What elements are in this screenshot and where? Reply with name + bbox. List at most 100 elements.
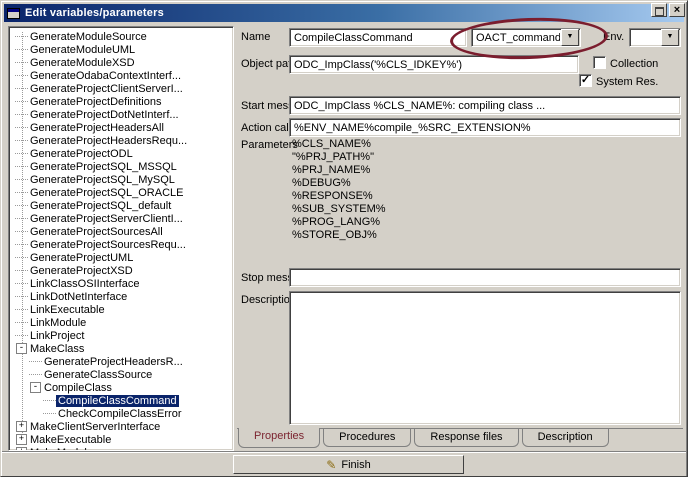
expander-minus-icon[interactable]: -	[30, 382, 41, 393]
tree-item[interactable]: GenerateProjectDefinitions	[15, 95, 233, 108]
expander-minus-icon[interactable]: -	[16, 343, 27, 354]
tree-item[interactable]: LinkClassOSIInterface	[15, 277, 233, 290]
tree-connector	[15, 257, 28, 258]
tree-connector	[15, 296, 28, 297]
tree-item[interactable]: GenerateProjectHeadersRequ...	[15, 134, 233, 147]
close-button[interactable]: ×	[669, 3, 685, 17]
tree-connector	[29, 361, 42, 362]
tree-item[interactable]: GenerateProjectXSD	[15, 264, 233, 277]
chevron-down-icon[interactable]: ▼	[561, 29, 579, 46]
tree-item[interactable]: GenerateProjectHeadersAll	[15, 121, 233, 134]
pencil-check-icon: ✎	[326, 458, 336, 472]
collection-checkbox[interactable]	[593, 56, 606, 69]
maximize-icon	[655, 7, 664, 16]
tree-item[interactable]: LinkProject	[15, 329, 233, 342]
tree-item-label: GenerateProjectHeadersR...	[42, 356, 185, 368]
type-combo[interactable]: OACT_command ▼	[471, 28, 581, 47]
tree-connector	[15, 36, 28, 37]
tree-item-label: GenerateProjectSQL_MSSQL	[28, 161, 179, 173]
tree-item[interactable]: GenerateOdabaContextInterf...	[15, 69, 233, 82]
action-call-input[interactable]	[289, 118, 681, 137]
tree-item[interactable]: GenerateProjectSQL_ORACLE	[15, 186, 233, 199]
tab-description[interactable]: Description	[522, 429, 609, 447]
tree-connector	[29, 374, 42, 375]
tree-item[interactable]: GenerateProjectUML	[15, 251, 233, 264]
tree-item[interactable]: LinkModule	[15, 316, 233, 329]
close-icon: ×	[674, 4, 680, 16]
tree-item[interactable]: GenerateModuleXSD	[15, 56, 233, 69]
tree-connector	[15, 322, 28, 323]
name-input[interactable]	[289, 28, 467, 47]
parameters-label: Parameters	[241, 139, 298, 151]
tree-item-label: MakeClass	[28, 343, 86, 355]
tree-item[interactable]: -MakeClass	[15, 342, 233, 355]
tab-properties[interactable]: Properties	[238, 428, 320, 448]
tree-item-label: LinkClassOSIInterface	[28, 278, 141, 290]
tree-item[interactable]: GenerateProjectDotNetInterf...	[15, 108, 233, 121]
tree-connector	[15, 127, 28, 128]
tree-item[interactable]: +MakeClientServerInterface	[15, 420, 233, 433]
tab-procedures[interactable]: Procedures	[323, 429, 411, 447]
type-combo-value: OACT_command	[472, 32, 560, 44]
expander-plus-icon[interactable]: +	[16, 434, 27, 445]
tree-item-label: CompileClassCommand	[56, 395, 179, 407]
chevron-down-icon[interactable]: ▼	[661, 29, 679, 46]
tree-item[interactable]: GenerateModuleUML	[15, 43, 233, 56]
tree-item[interactable]: GenerateProjectSQL_default	[15, 199, 233, 212]
tree-item[interactable]: GenerateModuleSource	[15, 30, 233, 43]
tree-item-label: GenerateProjectDotNetInterf...	[28, 109, 181, 121]
tree-item-label: GenerateProjectSQL_ORACLE	[28, 187, 185, 199]
system-res-checkbox[interactable]: ✓	[579, 74, 592, 87]
name-label: Name	[241, 31, 270, 43]
tree-item[interactable]: GenerateProjectSourcesRequ...	[15, 238, 233, 251]
tree-item-label: GenerateModuleXSD	[28, 57, 137, 69]
stop-message-input[interactable]	[289, 268, 681, 287]
tree-item-label: GenerateProjectXSD	[28, 265, 135, 277]
tree-connector	[15, 283, 28, 284]
tree-item-label: GenerateModuleUML	[28, 44, 137, 56]
tree-item[interactable]: GenerateProjectHeadersR...	[15, 355, 233, 368]
object-path-input[interactable]	[289, 55, 579, 74]
tree-item[interactable]: CheckCompileClassError	[15, 407, 233, 420]
tab-response-files[interactable]: Response files	[414, 429, 518, 447]
tree-connector	[15, 153, 28, 154]
tree-connector	[15, 192, 28, 193]
action-call-label: Action call	[241, 122, 291, 134]
tree-item-label: LinkExecutable	[28, 304, 107, 316]
tree-item-label: GenerateProjectHeadersAll	[28, 122, 166, 134]
tree-item[interactable]: +MakeExecutable	[15, 433, 233, 446]
tree-item[interactable]: GenerateProjectSQL_MSSQL	[15, 160, 233, 173]
tree-item-label: LinkProject	[28, 330, 86, 342]
tree-item[interactable]: GenerateClassSource	[15, 368, 233, 381]
tree-connector	[15, 114, 28, 115]
tree-item[interactable]: -CompileClass	[15, 381, 233, 394]
tree-item[interactable]: GenerateProjectSourcesAll	[15, 225, 233, 238]
tree-item[interactable]: LinkExecutable	[15, 303, 233, 316]
description-input[interactable]	[289, 291, 681, 425]
tree-item[interactable]: GenerateProjectODL	[15, 147, 233, 160]
tree-item[interactable]: GenerateProjectClientServerI...	[15, 82, 233, 95]
titlebar[interactable]: Edit variables/parameters	[4, 4, 684, 22]
tree-item-label: GenerateModuleSource	[28, 31, 149, 43]
edit-variables-dialog: Edit variables/parameters × GenerateModu…	[0, 0, 688, 477]
tree-item[interactable]: GenerateProjectSQL_MySQL	[15, 173, 233, 186]
tree-item[interactable]: CompileClassCommand	[15, 394, 233, 407]
description-label: Description	[241, 294, 296, 306]
tree-connector	[15, 166, 28, 167]
parameters-list[interactable]: %CLS_NAME% "%PRJ_PATH%" %PRJ_NAME% %DEBU…	[292, 138, 672, 244]
expander-plus-icon[interactable]: +	[16, 421, 27, 432]
tree-item-label: CompileClass	[42, 382, 114, 394]
tree-item[interactable]: LinkDotNetInterface	[15, 290, 233, 303]
tree-item-label: LinkDotNetInterface	[28, 291, 129, 303]
start-message-input[interactable]	[289, 96, 681, 115]
tab-strip: PropertiesProceduresResponse filesDescri…	[238, 428, 612, 448]
window-title: Edit variables/parameters	[25, 7, 164, 19]
tree-item[interactable]: GenerateProjectServerClientI...	[15, 212, 233, 225]
tree-item-label: GenerateClassSource	[42, 369, 154, 381]
env-combo[interactable]: ▼	[629, 28, 681, 47]
variables-tree[interactable]: GenerateModuleSourceGenerateModuleUMLGen…	[8, 26, 234, 451]
finish-button[interactable]: ✎ Finish	[233, 455, 464, 474]
maximize-button[interactable]	[651, 3, 667, 17]
env-label: Env.	[603, 31, 624, 43]
tree-connector	[15, 49, 28, 50]
